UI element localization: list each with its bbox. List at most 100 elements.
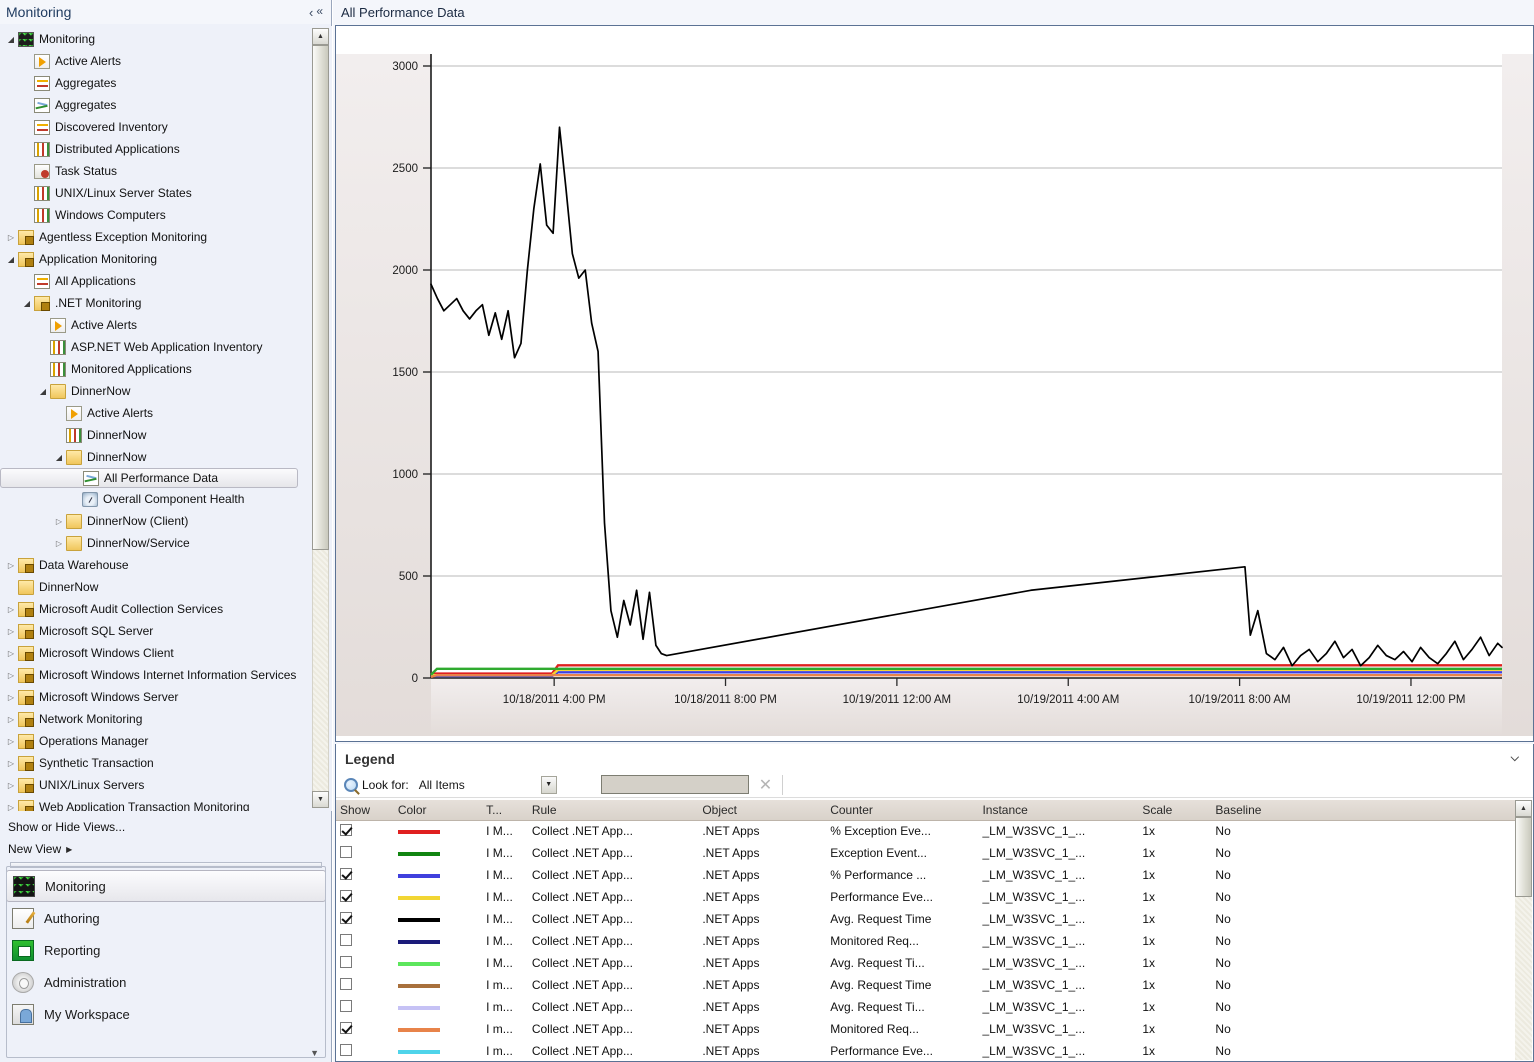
performance-chart-panel[interactable]: 0 500 1000 1500 2000 2500 3000 10/18/2011 4:00 … xyxy=(335,25,1534,742)
tree-item-discovered-inventory[interactable]: Discovered Inventory xyxy=(0,116,308,138)
twisty-collapsed-icon[interactable]: ▷ xyxy=(4,605,18,614)
workspace-more-icon[interactable]: ▼ xyxy=(310,1048,319,1058)
twisty-collapsed-icon[interactable]: ▷ xyxy=(4,715,18,724)
twisty-expanded-icon[interactable]: ◢ xyxy=(4,255,18,264)
twisty-collapsed-icon[interactable]: ▷ xyxy=(4,803,18,812)
show-series-checkbox[interactable] xyxy=(340,911,352,924)
tree-item-unix-linux-servers[interactable]: ▷ UNIX/Linux Servers xyxy=(0,774,308,796)
twisty-collapsed-icon[interactable]: ▷ xyxy=(52,517,66,526)
tree-item-dinnernow[interactable]: ◢ DinnerNow xyxy=(0,380,308,402)
tree-item-dinnernow[interactable]: ◢ DinnerNow xyxy=(0,446,308,468)
tree-item-dinnernow[interactable]: DinnerNow xyxy=(0,576,308,598)
tree-item-microsoft-audit-collection-services[interactable]: ▷ Microsoft Audit Collection Services xyxy=(0,598,308,620)
tree-scroll-thumb[interactable] xyxy=(312,45,329,550)
monitoring-tree[interactable]: ◢ Monitoring Active Alerts Aggregates Aggreg… xyxy=(0,26,308,811)
legend-show-cell[interactable] xyxy=(336,952,394,974)
tree-item-agentless-exception-monitoring[interactable]: ▷ Agentless Exception Monitoring xyxy=(0,226,308,248)
legend-column-header-t[interactable]: T... xyxy=(482,800,528,821)
twisty-collapsed-icon[interactable]: ▷ xyxy=(4,233,18,242)
tree-scroll-down-button[interactable]: ▼ xyxy=(312,791,329,808)
tree-scroll-up-button[interactable]: ▲ xyxy=(312,28,329,45)
legend-show-cell[interactable] xyxy=(336,1018,394,1040)
tree-item-web-application-transaction-monitoring[interactable]: ▷ Web Application Transaction Monitoring xyxy=(0,796,308,811)
legend-column-header-counter[interactable]: Counter xyxy=(826,800,979,821)
twisty-expanded-icon[interactable]: ◢ xyxy=(52,453,66,462)
legend-show-cell[interactable] xyxy=(336,974,394,996)
legend-show-cell[interactable] xyxy=(336,886,394,908)
legend-show-cell[interactable] xyxy=(336,930,394,952)
tree-item-all-applications[interactable]: All Applications xyxy=(0,270,308,292)
legend-show-cell[interactable] xyxy=(336,842,394,864)
show-or-hide-views-link[interactable]: Show or Hide Views... xyxy=(8,816,332,838)
tree-item-overall-component-health[interactable]: Overall Component Health xyxy=(0,488,308,510)
legend-row[interactable]: I M... Collect .NET App... .NET Apps Avg. R… xyxy=(336,908,1516,930)
show-series-checkbox[interactable] xyxy=(340,823,352,836)
tree-item-monitoring[interactable]: ◢ Monitoring xyxy=(0,28,308,50)
tree-item-active-alerts[interactable]: Active Alerts xyxy=(0,314,308,336)
tree-item-windows-computers[interactable]: Windows Computers xyxy=(0,204,308,226)
tree-item-active-alerts[interactable]: Active Alerts xyxy=(0,50,308,72)
legend-row[interactable]: I M... Collect .NET App... .NET Apps % Exce… xyxy=(336,820,1516,842)
legend-column-header-color[interactable]: Color xyxy=(393,800,483,821)
tree-item-operations-manager[interactable]: ▷ Operations Manager xyxy=(0,730,308,752)
look-for-select[interactable]: All Items ▼ xyxy=(417,775,557,795)
show-series-checkbox[interactable] xyxy=(340,1021,352,1034)
tree-item-all-performance-data[interactable]: All Performance Data xyxy=(0,468,298,488)
workspace-item-monitoring[interactable]: Monitoring xyxy=(6,870,326,902)
twisty-collapsed-icon[interactable]: ▷ xyxy=(4,759,18,768)
tree-item-microsoft-windows-client[interactable]: ▷ Microsoft Windows Client xyxy=(0,642,308,664)
tree-item-dinnernow-service[interactable]: ▷ DinnerNow/Service xyxy=(0,532,308,554)
workspace-item-my-workspace[interactable]: My Workspace xyxy=(6,998,326,1030)
tree-item-dinnernow[interactable]: DinnerNow xyxy=(0,424,308,446)
legend-row[interactable]: I m... Collect .NET App... .NET Apps Monito… xyxy=(336,1018,1516,1040)
legend-scrollbar[interactable]: ▲ xyxy=(1515,800,1532,1060)
legend-show-cell[interactable] xyxy=(336,1040,394,1061)
tree-item-unix-linux-server-states[interactable]: UNIX/Linux Server States xyxy=(0,182,308,204)
legend-column-header-object[interactable]: Object xyxy=(698,800,827,821)
tree-item-distributed-applications[interactable]: Distributed Applications xyxy=(0,138,308,160)
legend-column-header-show[interactable]: Show xyxy=(336,800,394,821)
show-series-checkbox[interactable] xyxy=(340,889,352,902)
legend-scroll-thumb[interactable] xyxy=(1515,817,1532,897)
legend-row[interactable]: I M... Collect .NET App... .NET Apps Perfor… xyxy=(336,886,1516,908)
nav-collapse-icon[interactable]: « xyxy=(316,4,323,18)
twisty-collapsed-icon[interactable]: ▷ xyxy=(4,781,18,790)
legend-row[interactable]: I M... Collect .NET App... .NET Apps Avg. R… xyxy=(336,952,1516,974)
twisty-collapsed-icon[interactable]: ▷ xyxy=(4,693,18,702)
show-series-checkbox[interactable] xyxy=(340,999,352,1012)
tree-item-network-monitoring[interactable]: ▷ Network Monitoring xyxy=(0,708,308,730)
legend-column-header-scale[interactable]: Scale xyxy=(1138,800,1212,821)
twisty-collapsed-icon[interactable]: ▷ xyxy=(4,627,18,636)
tree-item-data-warehouse[interactable]: ▷ Data Warehouse xyxy=(0,554,308,576)
chart-canvas[interactable]: 0 500 1000 1500 2000 2500 3000 10/18/2011 4:00 … xyxy=(336,26,1533,741)
tree-item-net-monitoring[interactable]: ◢ .NET Monitoring xyxy=(0,292,308,314)
tree-item-active-alerts[interactable]: Active Alerts xyxy=(0,402,308,424)
show-series-checkbox[interactable] xyxy=(340,867,352,880)
legend-column-header-baseline[interactable]: Baseline xyxy=(1211,800,1516,821)
show-series-checkbox[interactable] xyxy=(340,933,352,946)
legend-collapse-icon[interactable]: ⌵ xyxy=(1511,752,1519,765)
twisty-expanded-icon[interactable]: ◢ xyxy=(36,387,50,396)
tree-item-microsoft-sql-server[interactable]: ▷ Microsoft SQL Server xyxy=(0,620,308,642)
tree-item-microsoft-windows-server[interactable]: ▷ Microsoft Windows Server xyxy=(0,686,308,708)
legend-show-cell[interactable] xyxy=(336,820,394,842)
legend-table-body[interactable]: I M... Collect .NET App... .NET Apps % Exce… xyxy=(336,820,1516,1061)
twisty-expanded-icon[interactable]: ◢ xyxy=(4,35,18,44)
legend-row[interactable]: I M... Collect .NET App... .NET Apps Monito… xyxy=(336,930,1516,952)
legend-show-cell[interactable] xyxy=(336,864,394,886)
performance-line-chart[interactable]: 0 500 1000 1500 2000 2500 3000 10/18/2011 4:00 … xyxy=(336,26,1533,741)
new-view-link[interactable]: New View ▶ xyxy=(8,838,332,860)
legend-row[interactable]: I m... Collect .NET App... .NET Apps Avg. R… xyxy=(336,996,1516,1018)
workspace-item-administration[interactable]: Administration xyxy=(6,966,326,998)
show-series-checkbox[interactable] xyxy=(340,955,352,968)
tree-item-application-monitoring[interactable]: ◢ Application Monitoring xyxy=(0,248,308,270)
legend-row[interactable]: I m... Collect .NET App... .NET Apps Avg. R… xyxy=(336,974,1516,996)
legend-table-container[interactable]: Show Color T... Rule Object Counter Instance Sc… xyxy=(336,800,1533,1061)
tree-item-monitored-applications[interactable]: Monitored Applications xyxy=(0,358,308,380)
twisty-expanded-icon[interactable]: ◢ xyxy=(20,299,34,308)
legend-column-header-instance[interactable]: Instance xyxy=(978,800,1139,821)
show-series-checkbox[interactable] xyxy=(340,845,352,858)
tree-item-dinnernow-client[interactable]: ▷ DinnerNow (Client) xyxy=(0,510,308,532)
tree-item-asp-net-web-application-inventory[interactable]: ASP.NET Web Application Inventory xyxy=(0,336,308,358)
tree-item-task-status[interactable]: Task Status xyxy=(0,160,308,182)
